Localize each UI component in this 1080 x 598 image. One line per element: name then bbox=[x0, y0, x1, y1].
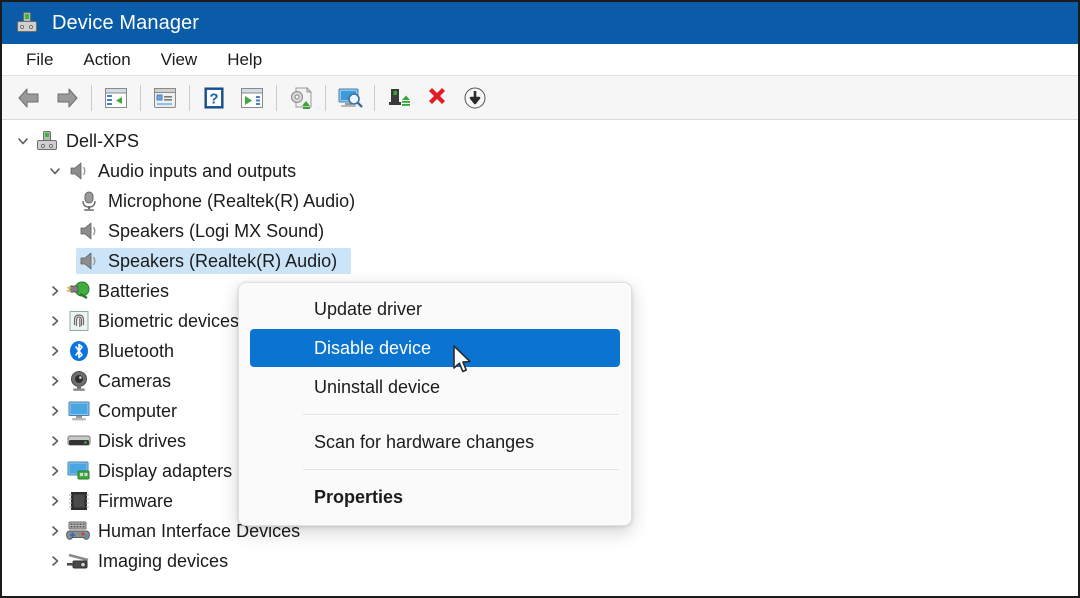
chevron-down-icon[interactable] bbox=[12, 126, 34, 156]
imaging-device-icon bbox=[66, 548, 92, 574]
show-hide-console-tree-icon[interactable] bbox=[97, 81, 135, 115]
title-bar: Device Manager bbox=[2, 2, 1078, 44]
forward-arrow-icon[interactable] bbox=[48, 81, 86, 115]
tree-node-label: Batteries bbox=[98, 280, 170, 301]
battery-icon bbox=[66, 278, 92, 304]
chevron-right-icon[interactable] bbox=[44, 426, 66, 456]
microphone-icon bbox=[76, 188, 102, 214]
disk-drive-icon bbox=[66, 428, 92, 454]
menu-bar: File Action View Help bbox=[2, 44, 1078, 76]
ctx-properties[interactable]: Properties bbox=[250, 478, 620, 516]
properties-icon[interactable] bbox=[146, 81, 184, 115]
back-arrow-icon[interactable] bbox=[10, 81, 48, 115]
action-pane-icon[interactable] bbox=[233, 81, 271, 115]
tree-node-label: Imaging devices bbox=[98, 550, 229, 571]
uninstall-device-icon[interactable] bbox=[418, 81, 456, 115]
tree-node-label: Computer bbox=[98, 400, 178, 421]
chevron-right-icon[interactable] bbox=[44, 456, 66, 486]
fingerprint-icon bbox=[66, 308, 92, 334]
tree-node-audio-inputs-and-outputs[interactable]: Audio inputs and outputs bbox=[2, 156, 1078, 186]
toolbar-separator bbox=[325, 84, 326, 111]
speaker-icon bbox=[76, 218, 102, 244]
svg-text:?: ? bbox=[209, 90, 218, 107]
menu-view[interactable]: View bbox=[151, 48, 208, 72]
toolbar-separator bbox=[189, 84, 190, 111]
menu-file[interactable]: File bbox=[16, 48, 63, 72]
toolbar-separator bbox=[374, 84, 375, 111]
chevron-right-icon[interactable] bbox=[44, 336, 66, 366]
toolbar-separator bbox=[276, 84, 277, 111]
tree-node-label: Disk drives bbox=[98, 430, 187, 451]
ctx-scan-hardware[interactable]: Scan for hardware changes bbox=[250, 423, 620, 461]
ctx-uninstall-device[interactable]: Uninstall device bbox=[250, 368, 620, 406]
firmware-chip-icon bbox=[66, 488, 92, 514]
hid-gamepad-icon bbox=[66, 518, 92, 544]
computer-device-icon bbox=[34, 128, 60, 154]
tree-node-dell-xps[interactable]: Dell-XPS bbox=[2, 126, 1078, 156]
scan-hardware-changes-icon[interactable] bbox=[331, 81, 369, 115]
tree-node-label: Microphone (Realtek(R) Audio) bbox=[108, 190, 356, 211]
speaker-icon bbox=[66, 158, 92, 184]
speaker-icon bbox=[76, 248, 102, 274]
tree-node-label: Biometric devices bbox=[98, 310, 240, 331]
ctx-disable-device[interactable]: Disable device bbox=[250, 329, 620, 367]
device-manager-icon bbox=[16, 11, 40, 35]
chevron-right-icon[interactable] bbox=[44, 546, 66, 576]
monitor-icon bbox=[66, 398, 92, 424]
window-title: Device Manager bbox=[52, 11, 200, 34]
context-menu-separator bbox=[303, 469, 619, 470]
chevron-right-icon[interactable] bbox=[44, 366, 66, 396]
chevron-down-icon[interactable] bbox=[44, 156, 66, 186]
ctx-update-driver[interactable]: Update driver bbox=[250, 290, 620, 328]
menu-help[interactable]: Help bbox=[217, 48, 272, 72]
camera-icon bbox=[66, 368, 92, 394]
tree-node-label: Bluetooth bbox=[98, 340, 175, 361]
device-manager-window: Device Manager File Action View Help ? D… bbox=[0, 0, 1080, 598]
tree-node-label: Dell-XPS bbox=[66, 130, 140, 151]
display-adapter-icon bbox=[66, 458, 92, 484]
tree-node-label: Speakers (Realtek(R) Audio) bbox=[108, 250, 338, 271]
chevron-right-icon[interactable] bbox=[44, 276, 66, 306]
context-menu-separator bbox=[303, 414, 619, 415]
enable-device-icon[interactable] bbox=[380, 81, 418, 115]
disable-device-icon[interactable] bbox=[456, 81, 494, 115]
tree-node-label: Speakers (Logi MX Sound) bbox=[108, 220, 325, 241]
tree-node-label: Cameras bbox=[98, 370, 172, 391]
context-menu[interactable]: Update driver Disable device Uninstall d… bbox=[238, 282, 632, 526]
tree-node-label: Audio inputs and outputs bbox=[98, 160, 297, 181]
tree-node-speakers-realtek-audio[interactable]: Speakers (Realtek(R) Audio) bbox=[2, 246, 1078, 276]
tree-node-speakers-logi-mx-sound[interactable]: Speakers (Logi MX Sound) bbox=[2, 216, 1078, 246]
toolbar-separator bbox=[140, 84, 141, 111]
tree-node-label: Firmware bbox=[98, 490, 173, 511]
tree-node-label: Display adapters bbox=[98, 460, 233, 481]
bluetooth-icon bbox=[66, 338, 92, 364]
help-icon[interactable]: ? bbox=[195, 81, 233, 115]
update-driver-icon[interactable] bbox=[282, 81, 320, 115]
chevron-right-icon[interactable] bbox=[44, 306, 66, 336]
tree-node-microphone[interactable]: Microphone (Realtek(R) Audio) bbox=[2, 186, 1078, 216]
tree-node-imaging-devices[interactable]: Imaging devices bbox=[2, 546, 1078, 576]
chevron-right-icon[interactable] bbox=[44, 516, 66, 546]
toolbar-separator bbox=[91, 84, 92, 111]
toolbar: ? bbox=[2, 76, 1078, 120]
chevron-right-icon[interactable] bbox=[44, 396, 66, 426]
menu-action[interactable]: Action bbox=[73, 48, 140, 72]
chevron-right-icon[interactable] bbox=[44, 486, 66, 516]
